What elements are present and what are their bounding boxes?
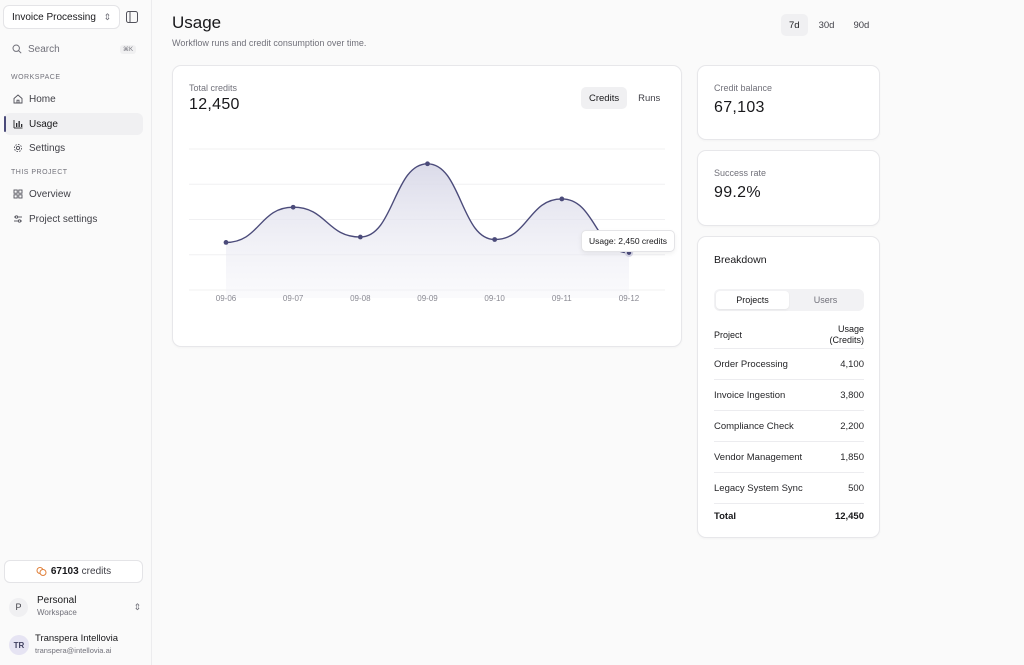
x-tick-label: 09-06	[216, 294, 237, 303]
workspace-section-label: WORKSPACE	[11, 74, 61, 81]
sidebar: Invoice Processing ⇕ Search ⌘K WORKSPACE…	[0, 0, 152, 665]
user-email: transpera@intellovia.ai	[35, 646, 112, 655]
x-tick-label: 09-10	[484, 294, 505, 303]
sidebar-item-label: Settings	[29, 142, 66, 154]
usage-chart-card: Total credits 12,450 Credits Runs 09-06 0…	[172, 65, 682, 347]
credit-balance-card: Credit balance 67,103	[697, 65, 880, 140]
chart-point[interactable]	[492, 237, 498, 242]
breakdown-title: Breakdown	[714, 254, 767, 266]
x-tick-label: 09-12	[619, 294, 640, 303]
sidebar-item-overview[interactable]: Overview	[4, 183, 143, 205]
tab-projects[interactable]: Projects	[716, 291, 789, 309]
gear-icon	[13, 143, 23, 153]
success-rate-card: Success rate 99.2%	[697, 150, 880, 226]
search-placeholder: Search	[28, 43, 60, 55]
x-tick-label: 09-08	[350, 294, 371, 303]
row-usage-value: 2,200	[840, 420, 864, 432]
chart-point[interactable]	[223, 240, 229, 245]
row-project-name: Vendor Management	[714, 451, 803, 463]
row-usage-value: 3,800	[840, 389, 864, 401]
breakdown-card: Breakdown Projects Users Project Usage (…	[697, 236, 880, 538]
workspace-switcher[interactable]: P Personal Workspace ⇕	[9, 593, 141, 621]
table-row: Order Processing 4,100	[714, 349, 864, 380]
user-menu[interactable]: TR Transpera Intellovia transpera@intell…	[9, 631, 149, 659]
page-title: Usage	[172, 13, 222, 32]
success-rate-label: Success rate	[714, 168, 767, 178]
page-subtitle: Workflow runs and credit consumption ove…	[172, 38, 367, 48]
row-project-name: Invoice Ingestion	[714, 389, 786, 401]
sidebar-item-label: Usage	[29, 118, 58, 130]
row-project-name: Compliance Check	[714, 420, 794, 432]
chart-point[interactable]	[357, 234, 363, 240]
search-shortcut: ⌘K	[119, 44, 136, 54]
workspace-avatar: P	[9, 597, 28, 617]
workspace-sub: Workspace	[37, 608, 77, 617]
grid-icon	[13, 189, 23, 199]
chevron-updown-icon: ⇕	[103, 11, 111, 22]
project-section-label: THIS PROJECT	[11, 169, 68, 176]
range-90d-button[interactable]: 90d	[845, 14, 877, 36]
sidebar-item-settings[interactable]: Settings	[4, 137, 143, 159]
range-7d-button[interactable]: 7d	[781, 14, 808, 36]
usage-chart[interactable]: 09-06 09-07 09-08 09-09 09-10 09-11 09-12	[173, 66, 683, 348]
x-tick-label: 09-09	[417, 294, 438, 303]
project-select[interactable]: Invoice Processing ⇕	[3, 5, 120, 29]
credit-balance-label: Credit balance	[714, 83, 773, 93]
table-row: Compliance Check 2,200	[714, 411, 864, 442]
row-usage-value: 500	[848, 482, 864, 494]
row-usage-value: 4,100	[840, 358, 864, 370]
sidebar-item-label: Home	[29, 93, 56, 105]
sidebar-item-home[interactable]: Home	[4, 88, 143, 110]
range-30d-button[interactable]: 30d	[811, 14, 843, 36]
breakdown-table: Project Usage (Credits) Order Processing…	[714, 321, 864, 529]
chart-point[interactable]	[559, 196, 565, 202]
home-icon	[13, 94, 23, 104]
sidebar-item-label: Overview	[29, 188, 71, 200]
total-value: 12,450	[834, 511, 864, 522]
chart-point[interactable]	[425, 161, 430, 167]
credits-pill[interactable]: 67103 credits	[4, 560, 143, 583]
x-tick-label: 09-07	[283, 294, 304, 303]
chart-point[interactable]	[290, 204, 296, 210]
row-usage-value: 1,850	[840, 451, 864, 463]
range-selector: 7d 30d 90d	[781, 14, 880, 36]
table-row: Legacy System Sync 500	[714, 473, 864, 504]
table-row: Vendor Management 1,850	[714, 442, 864, 473]
project-select-label: Invoice Processing	[12, 11, 96, 23]
row-project-name: Legacy System Sync	[714, 482, 803, 494]
bar-chart-icon	[13, 120, 23, 129]
credits-label: credits	[81, 566, 112, 577]
sidebar-item-usage[interactable]: Usage	[4, 113, 143, 135]
search-input[interactable]: Search ⌘K	[12, 41, 136, 57]
row-project-name: Order Processing	[714, 358, 788, 370]
table-header: Project Usage (Credits)	[714, 321, 864, 349]
x-tick-label: 09-11	[552, 294, 572, 303]
table-row: Invoice Ingestion 3,800	[714, 380, 864, 411]
sidebar-item-project-settings[interactable]: Project settings	[4, 208, 143, 230]
tab-users[interactable]: Users	[789, 291, 862, 309]
avatar: TR	[9, 635, 29, 655]
sidebar-item-label: Project settings	[29, 213, 98, 225]
table-total-row: Total 12,450	[714, 504, 864, 529]
total-label: Total	[714, 511, 736, 522]
sliders-icon	[14, 215, 22, 223]
user-name: Transpera Intellovia	[35, 633, 119, 644]
workspace-name: Personal	[37, 595, 77, 606]
credit-balance-value: 67,103	[714, 99, 765, 116]
column-header-project: Project	[714, 329, 743, 340]
sidebar-toggle-icon[interactable]	[126, 10, 140, 24]
chart-tooltip: Usage: 2,450 credits	[581, 230, 675, 252]
column-header-usage: Usage (Credits)	[829, 323, 864, 345]
coins-icon	[36, 567, 47, 576]
search-icon	[12, 44, 22, 54]
success-rate-value: 99.2%	[714, 184, 761, 201]
chevron-updown-icon: ⇕	[133, 601, 141, 612]
breakdown-tabs: Projects Users	[714, 289, 864, 311]
credits-value: 67103	[50, 566, 79, 577]
